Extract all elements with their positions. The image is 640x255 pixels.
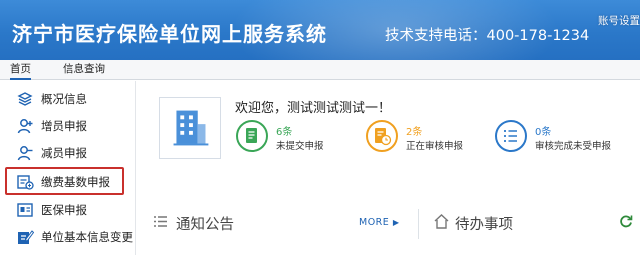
refresh-icon[interactable] [619,214,633,228]
layers-icon [17,92,33,106]
sidebar-item-add-member[interactable]: 增员申报 [8,114,128,138]
edit-icon [18,230,34,244]
stat-label: 审核完成未受申报 [535,141,612,152]
document-clock-icon [375,128,392,146]
stat-label: 正在审核申报 [406,141,464,152]
welcome-message: 欢迎您，测试测试测试一！ [235,101,392,116]
play-arrow-icon: ▶ [392,218,400,227]
notice-list-icon [154,216,167,227]
more-label: MORE [359,217,390,228]
sidebar: 概况信息 增员申报 减员申报 缴费基数申报 医保申报 单位基本信息变更 [0,81,136,255]
stat-circle [236,120,268,152]
sidebar-item-label: 减员申报 [41,146,87,160]
id-card-icon [17,203,33,217]
tab-home[interactable]: 首页 [10,60,31,80]
sidebar-item-label: 医保申报 [41,203,87,217]
sidebar-item-label: 缴费基数申报 [41,175,110,189]
stat-label: 未提交申报 [276,141,324,152]
more-link[interactable]: MORE ▶ [359,217,399,228]
company-avatar [159,97,221,159]
stat-under-review[interactable]: 2条 正在审核申报 [366,118,486,158]
user-remove-icon [17,146,33,161]
sidebar-item-payment-base[interactable]: 缴费基数申报 [5,167,124,195]
payment-base-icon [17,175,34,190]
sidebar-item-remove-member[interactable]: 减员申报 [8,141,128,165]
app-header: 济宁市医疗保险单位网上服务系统 技术支持电话：400-178-1234 账号设置 [0,0,640,60]
home-outline-icon [434,214,449,229]
stat-circle [366,120,398,152]
sidebar-item-label: 概况信息 [41,92,87,106]
stat-circle [495,120,527,152]
stat-unsubmitted[interactable]: 6条 未提交申报 [236,118,356,158]
building-icon [173,110,209,146]
sidebar-item-overview[interactable]: 概况信息 [8,87,128,111]
top-tabs: 首页 信息查询 [0,60,640,80]
stat-review-completed[interactable]: 0条 审核完成未受申报 [495,118,635,158]
checklist-icon [504,130,517,142]
notice-section-title: 通知公告 [176,217,234,233]
support-phone: 技术支持电话：400-178-1234 [385,28,590,44]
stat-count: 6条 [276,127,293,138]
stat-count: 2条 [406,127,423,138]
stat-count: 0条 [535,127,552,138]
tab-info-query[interactable]: 信息查询 [63,60,105,80]
document-icon [246,128,257,143]
account-settings-link[interactable]: 账号设置 [598,13,640,28]
sidebar-item-medical-insurance[interactable]: 医保申报 [8,198,128,222]
sidebar-item-company-info-change[interactable]: 单位基本信息变更 [8,225,133,249]
user-add-icon [17,119,33,134]
sidebar-item-label: 单位基本信息变更 [41,230,133,244]
todo-section-title: 待办事项 [455,217,513,233]
section-divider [418,209,419,239]
app-title: 济宁市医疗保险单位网上服务系统 [12,22,327,46]
sidebar-item-label: 增员申报 [41,119,87,133]
